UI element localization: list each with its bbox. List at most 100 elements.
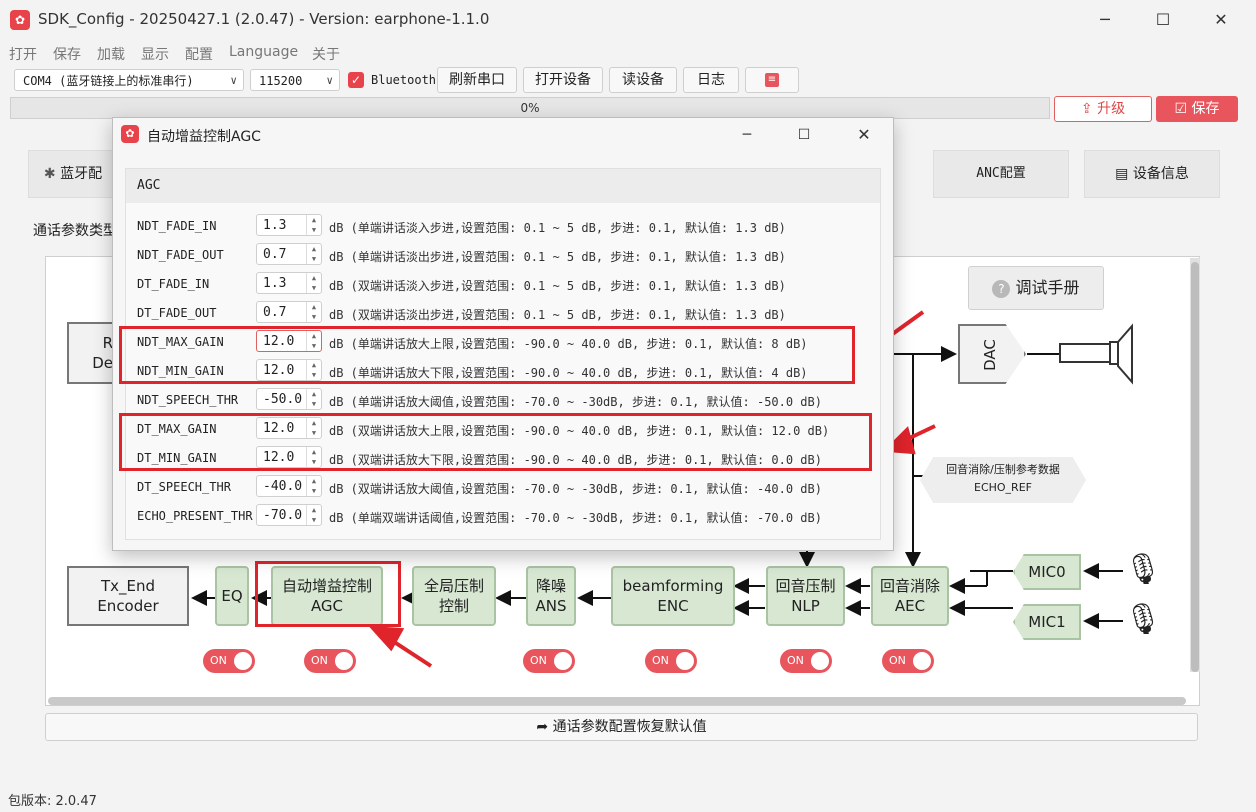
bluetooth-label: Bluetooth bbox=[371, 73, 437, 87]
edit-icon: ☑ bbox=[1174, 101, 1192, 117]
param-row: NDT_SPEECH_THR -50.0 ▲ ▼ dB (单端讲话放大阈值,设置范围: … bbox=[137, 386, 872, 415]
ndt-gain-highlight-box bbox=[119, 326, 855, 384]
ans-toggle[interactable]: ON bbox=[523, 649, 575, 673]
param-spinbox[interactable]: -40.0 ▲ ▼ bbox=[256, 475, 322, 497]
param-value[interactable]: -40.0 bbox=[263, 479, 302, 494]
horizontal-scrollbar[interactable] bbox=[48, 697, 1186, 705]
nlp-toggle[interactable]: ON bbox=[780, 649, 832, 673]
dialog-minimize-icon[interactable]: ─ bbox=[724, 121, 770, 149]
param-row: DT_FADE_OUT 0.7 ▲ ▼ dB (双端讲话淡出步进,设置范围: 0.1 ~… bbox=[137, 299, 872, 328]
param-spinbox[interactable]: -70.0 ▲ ▼ bbox=[256, 504, 322, 526]
nlp-line2: NLP bbox=[791, 597, 820, 615]
save-button[interactable]: ☑ 保存 bbox=[1156, 96, 1238, 122]
version-status: 包版本: 2.0.47 bbox=[8, 794, 97, 809]
log-view-button[interactable]: ≡ bbox=[745, 67, 799, 93]
toggle-label: ON bbox=[652, 654, 669, 667]
param-spinbox[interactable]: 0.7 ▲ ▼ bbox=[256, 301, 322, 323]
menu-load[interactable]: 加载 bbox=[97, 44, 125, 64]
toggle-knob bbox=[811, 652, 829, 670]
tx-end-line1: Tx_End bbox=[100, 577, 156, 595]
eq-toggle[interactable]: ON bbox=[203, 649, 255, 673]
upgrade-button[interactable]: ⇪ 升级 bbox=[1054, 96, 1152, 122]
param-row: DT_SPEECH_THR -40.0 ▲ ▼ dB (双端讲话放大阈值,设置范围: -… bbox=[137, 473, 872, 502]
spin-arrows-icon[interactable]: ▲ ▼ bbox=[306, 389, 321, 409]
enc-toggle[interactable]: ON bbox=[645, 649, 697, 673]
tab-anc[interactable]: ANC配置 bbox=[933, 150, 1069, 198]
param-description: dB (双端讲话放大阈值,设置范围: -70.0 ~ -30dB, 步进: 0.… bbox=[329, 482, 822, 496]
menu-about[interactable]: 关于 bbox=[312, 44, 340, 64]
param-spinbox[interactable]: -50.0 ▲ ▼ bbox=[256, 388, 322, 410]
bluetooth-icon: ✱ bbox=[43, 166, 61, 182]
agc-toggle[interactable]: ON bbox=[304, 649, 356, 673]
tx-end-line2: Encoder bbox=[97, 597, 159, 615]
progress-label: 0% bbox=[520, 101, 540, 115]
spin-arrows-icon[interactable]: ▲ ▼ bbox=[306, 215, 321, 235]
upload-icon: ⇪ bbox=[1080, 101, 1098, 117]
menu-config[interactable]: 配置 bbox=[185, 44, 213, 64]
spin-arrows-icon[interactable]: ▲ ▼ bbox=[306, 476, 321, 496]
baud-select[interactable]: 115200 ∨ bbox=[250, 69, 340, 91]
dialog-maximize-icon[interactable]: ☐ bbox=[781, 121, 827, 149]
toggle-label: ON bbox=[889, 654, 906, 667]
param-value[interactable]: -70.0 bbox=[263, 508, 302, 523]
mic0-label: MIC0 bbox=[1028, 563, 1066, 581]
manual-button[interactable]: ? 调试手册 bbox=[968, 266, 1104, 310]
spin-arrows-icon[interactable]: ▲ ▼ bbox=[306, 273, 321, 293]
spin-arrows-icon[interactable]: ▲ ▼ bbox=[306, 244, 321, 264]
param-name: DT_FADE_OUT bbox=[137, 306, 217, 320]
param-spinbox[interactable]: 1.3 ▲ ▼ bbox=[256, 272, 322, 294]
param-value[interactable]: -50.0 bbox=[263, 392, 302, 407]
eq-block[interactable]: EQ bbox=[215, 566, 249, 626]
param-name: NDT_SPEECH_THR bbox=[137, 393, 239, 407]
close-icon[interactable]: ✕ bbox=[1198, 6, 1244, 34]
param-name: DT_SPEECH_THR bbox=[137, 480, 231, 494]
param-spinbox[interactable]: 0.7 ▲ ▼ bbox=[256, 243, 322, 265]
tab-bluetooth-label: 蓝牙配 bbox=[60, 166, 103, 182]
param-value[interactable]: 0.7 bbox=[263, 305, 286, 320]
param-value[interactable]: 0.7 bbox=[263, 247, 286, 262]
nlp-block[interactable]: 回音压制 NLP bbox=[766, 566, 845, 626]
param-value[interactable]: 1.3 bbox=[263, 276, 286, 291]
tab-device-info[interactable]: ▤ 设备信息 bbox=[1084, 150, 1220, 198]
spin-arrows-icon[interactable]: ▲ ▼ bbox=[306, 505, 321, 525]
dialog-title: 自动增益控制AGC bbox=[147, 129, 261, 145]
read-device-button[interactable]: 读设备 bbox=[609, 67, 677, 93]
bluetooth-checkbox[interactable]: ✓ bbox=[348, 72, 364, 88]
toggle-knob bbox=[913, 652, 931, 670]
maximize-icon[interactable]: ☐ bbox=[1140, 6, 1186, 34]
menu-open[interactable]: 打开 bbox=[9, 44, 37, 64]
aec-block[interactable]: 回音消除 AEC bbox=[871, 566, 949, 626]
toggle-knob bbox=[234, 652, 252, 670]
param-description: dB (单端讲话淡出步进,设置范围: 0.1 ~ 5 dB, 步进: 0.1, … bbox=[329, 250, 786, 264]
enc-line2: ENC bbox=[657, 597, 689, 615]
agc-highlight-box bbox=[255, 561, 401, 627]
menu-language[interactable]: Language bbox=[229, 44, 298, 60]
nlp-line1: 回音压制 bbox=[775, 577, 836, 595]
open-device-button[interactable]: 打开设备 bbox=[523, 67, 603, 93]
chevron-down-icon: ∨ bbox=[326, 74, 333, 87]
ans-line1: 降噪 bbox=[535, 577, 566, 595]
eq-label: EQ bbox=[221, 587, 243, 605]
menu-save[interactable]: 保存 bbox=[53, 44, 81, 64]
spin-arrows-icon[interactable]: ▲ ▼ bbox=[306, 302, 321, 322]
tab-bluetooth[interactable]: ✱ 蓝牙配 bbox=[28, 150, 118, 198]
port-select[interactable]: COM4 (蓝牙链接上的标准串行) ∨ bbox=[14, 69, 244, 91]
param-spinbox[interactable]: 1.3 ▲ ▼ bbox=[256, 214, 322, 236]
param-description: dB (单端讲话淡入步进,设置范围: 0.1 ~ 5 dB, 步进: 0.1, … bbox=[329, 221, 786, 235]
log-button[interactable]: 日志 bbox=[683, 67, 739, 93]
menu-view[interactable]: 显示 bbox=[141, 44, 169, 64]
reset-defaults-button[interactable]: ➦ 通话参数配置恢复默认值 bbox=[45, 713, 1198, 741]
refresh-port-button[interactable]: 刷新串口 bbox=[437, 67, 517, 93]
toggle-label: ON bbox=[311, 654, 328, 667]
aec-toggle[interactable]: ON bbox=[882, 649, 934, 673]
minimize-icon[interactable]: ─ bbox=[1082, 6, 1128, 34]
enc-block[interactable]: beamforming ENC bbox=[611, 566, 735, 626]
ans-block[interactable]: 降噪 ANS bbox=[526, 566, 576, 626]
echo-ref-block: 回音消除/压制参考数据 ECHO_REF bbox=[920, 457, 1086, 503]
dialog-close-icon[interactable]: ✕ bbox=[841, 121, 887, 149]
global-suppress-block[interactable]: 全局压制 控制 bbox=[412, 566, 496, 626]
dt-gain-highlight-box bbox=[119, 413, 872, 471]
section-label: 通话参数类型 bbox=[33, 223, 117, 239]
help-icon: ? bbox=[992, 280, 1011, 298]
param-value[interactable]: 1.3 bbox=[263, 218, 286, 233]
